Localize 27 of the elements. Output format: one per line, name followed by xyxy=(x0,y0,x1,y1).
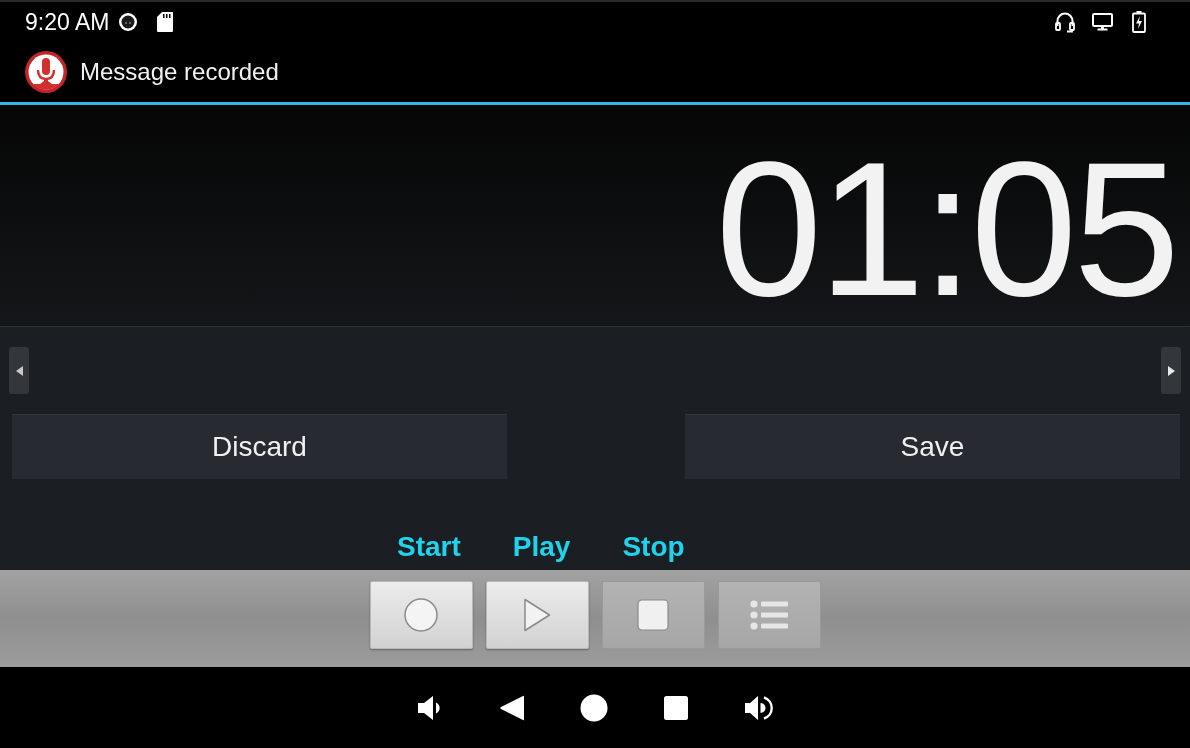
discard-button[interactable]: Discard xyxy=(12,414,507,479)
microphone-icon xyxy=(25,51,67,93)
scroll-left-button[interactable] xyxy=(9,347,29,394)
status-time: 9:20 AM xyxy=(25,10,110,34)
face-icon xyxy=(118,12,139,32)
control-label: Stop xyxy=(622,533,685,561)
battery-charging-icon xyxy=(1132,11,1146,33)
scroll-right-button[interactable] xyxy=(1161,347,1181,394)
circle-icon xyxy=(404,598,438,632)
home-icon[interactable] xyxy=(580,693,608,722)
control-label: Start xyxy=(397,533,461,561)
monitor-icon xyxy=(1092,13,1113,31)
stop-icon xyxy=(637,599,669,631)
recents-icon[interactable] xyxy=(662,693,690,722)
record-button[interactable] xyxy=(369,581,473,649)
control-label: Play xyxy=(512,533,571,561)
sd-card-icon xyxy=(157,12,174,32)
triangle-right-icon xyxy=(1167,365,1175,376)
back-icon[interactable] xyxy=(498,693,526,722)
triangle-left-icon xyxy=(15,365,23,376)
list-icon xyxy=(750,600,788,630)
play-icon xyxy=(523,598,551,632)
save-button[interactable]: Save xyxy=(685,414,1180,479)
headphones-icon xyxy=(1055,11,1075,33)
notification-title: Message recorded xyxy=(80,60,279,84)
volume-up-icon[interactable] xyxy=(744,693,774,722)
timer-reading: 01:05 xyxy=(715,132,1176,325)
